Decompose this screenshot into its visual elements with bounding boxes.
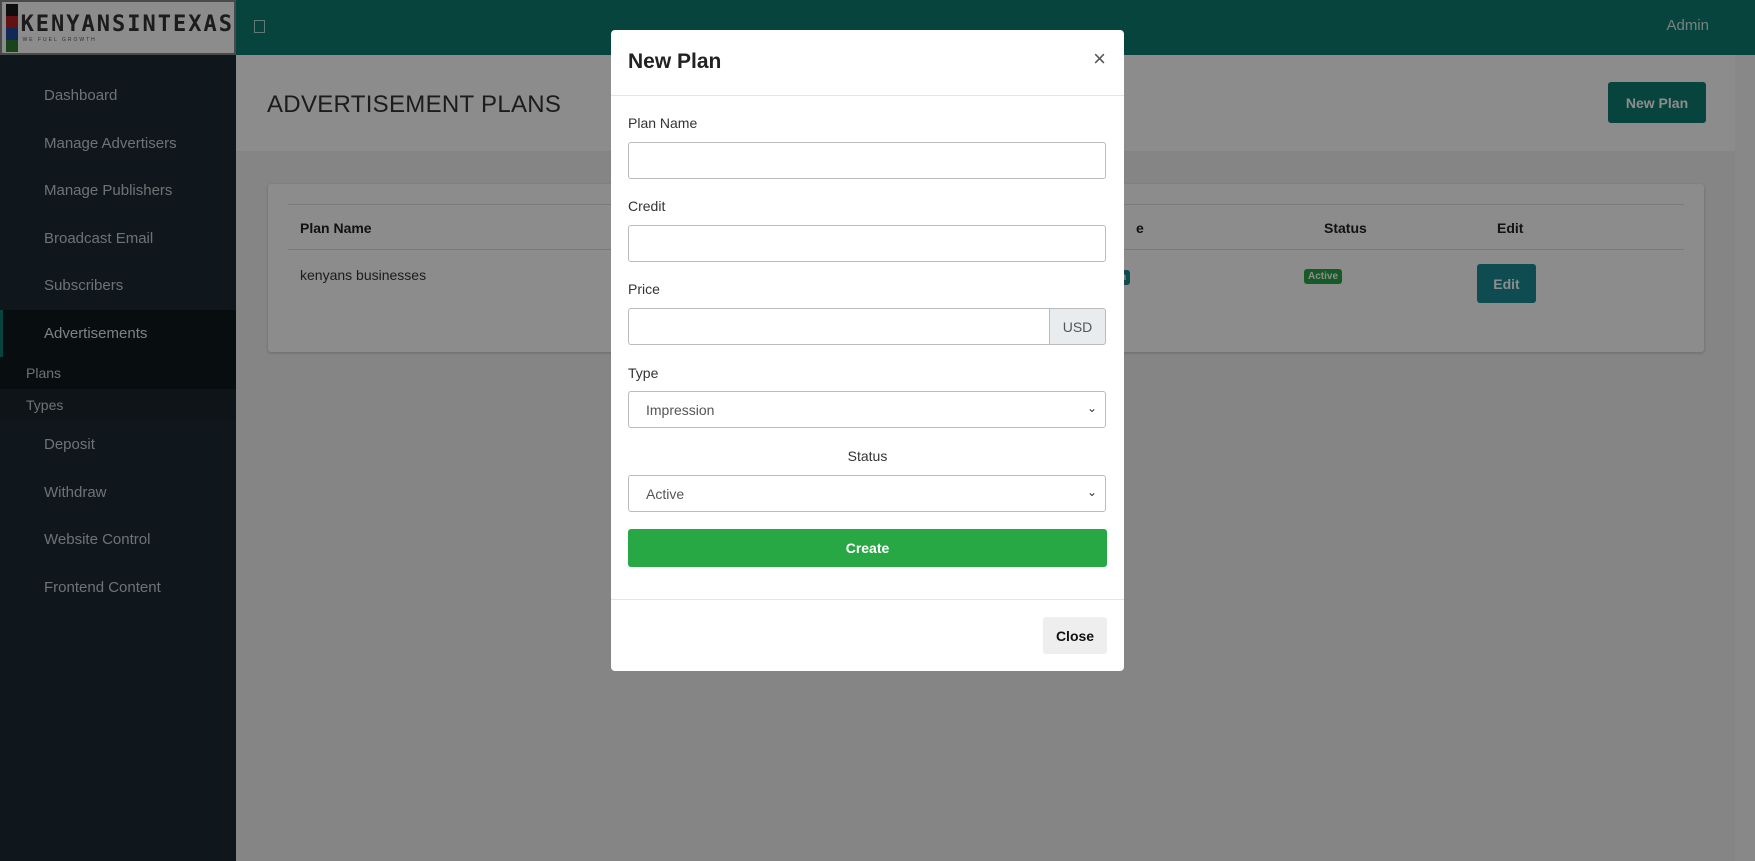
type-select-value: Impression — [646, 401, 715, 418]
chevron-down-icon: ⌄ — [1086, 485, 1097, 499]
chevron-down-icon: ⌄ — [1086, 401, 1097, 415]
type-label: Type — [628, 365, 659, 381]
status-select[interactable]: Active ⌄ — [628, 475, 1106, 512]
close-icon[interactable]: × — [1093, 46, 1106, 72]
close-button[interactable]: Close — [1043, 617, 1107, 654]
new-plan-modal: New Plan × Plan Name Credit Price USD Ty… — [611, 30, 1124, 671]
price-label: Price — [628, 281, 660, 297]
create-button[interactable]: Create — [628, 529, 1107, 567]
modal-header: New Plan × — [611, 30, 1124, 96]
price-input[interactable] — [628, 308, 1050, 345]
credit-label: Credit — [628, 198, 666, 214]
currency-addon: USD — [1050, 308, 1106, 345]
status-select-value: Active — [646, 485, 685, 502]
plan-name-input[interactable] — [628, 142, 1106, 179]
modal-footer: Close — [611, 599, 1124, 671]
credit-input[interactable] — [628, 225, 1106, 262]
type-select[interactable]: Impression ⌄ — [628, 391, 1106, 428]
modal-title: New Plan — [628, 50, 722, 73]
plan-name-label: Plan Name — [628, 115, 698, 131]
status-label: Status — [847, 448, 888, 464]
